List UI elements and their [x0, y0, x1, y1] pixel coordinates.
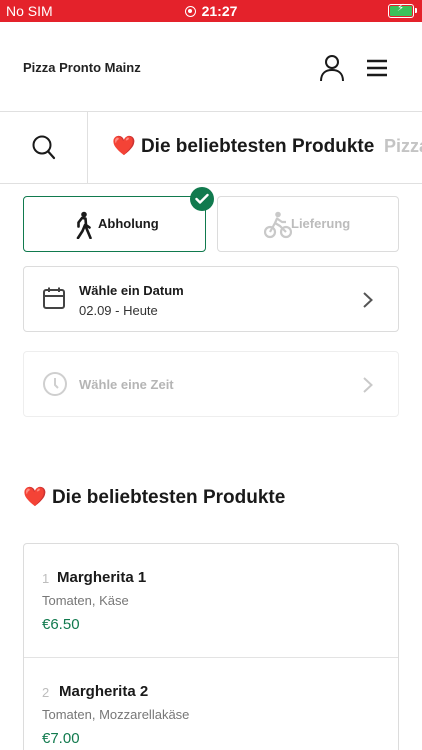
status-bar: No SIM 21:27 [0, 0, 422, 22]
account-button[interactable] [318, 54, 346, 82]
category-tab-popular[interactable]: ❤️ Die beliebtesten Produkte [112, 134, 374, 158]
pickup-label: Abholung [98, 216, 159, 231]
selected-check-badge [190, 187, 214, 211]
product-number: 1 [42, 571, 50, 586]
product-description: Tomaten, Mozzarellakäse [42, 707, 190, 722]
product-name: Margherita 1 [57, 569, 147, 586]
product-name: Margherita 2 [59, 683, 149, 700]
clock-icon [43, 372, 67, 396]
battery-charging-icon [388, 3, 417, 18]
checkmark-icon [195, 193, 209, 204]
walking-person-icon [76, 211, 92, 239]
date-selector-title: Wähle ein Datum [79, 283, 184, 298]
time-selector[interactable]: Wähle eine Zeit [23, 351, 399, 417]
category-bar: ❤️ Die beliebtesten Produkte Pizza [0, 112, 422, 184]
calendar-icon [43, 287, 65, 309]
status-clock: 21:27 [0, 3, 422, 19]
user-icon [320, 55, 344, 82]
menu-button[interactable] [364, 56, 390, 80]
time-selector-title: Wähle eine Zeit [79, 377, 174, 392]
section-heading-popular: ❤️ Die beliebtesten Produkte [23, 485, 285, 509]
app-header: Pizza Pronto Mainz [0, 22, 422, 112]
category-tab-popular-label: Die beliebtesten Produkte [140, 136, 375, 157]
pickup-option[interactable]: Abholung [23, 196, 206, 252]
product-description: Tomaten, Käse [42, 593, 129, 608]
product-list: 1 Margherita 1 Tomaten, Käse €6.50 2 Mar… [23, 543, 399, 750]
restaurant-name: Pizza Pronto Mainz [23, 60, 141, 75]
delivery-bike-icon [264, 211, 292, 239]
hamburger-menu-icon [367, 59, 387, 77]
product-price: €7.00 [42, 730, 80, 747]
heart-icon: ❤️ [23, 486, 47, 508]
selected-date: 02.09 - Heute [79, 303, 158, 318]
product-number: 2 [42, 685, 50, 700]
category-tab-pizza[interactable]: Pizza [384, 136, 422, 157]
date-selector[interactable]: Wähle ein Datum 02.09 - Heute [23, 266, 399, 332]
search-button[interactable] [0, 112, 88, 183]
delivery-label: Lieferung [291, 216, 351, 231]
recording-icon [184, 6, 196, 17]
search-icon [32, 135, 56, 160]
product-price: €6.50 [42, 616, 80, 633]
chevron-right-icon [363, 292, 373, 308]
section-heading-label: Die beliebtesten Produkte [51, 487, 286, 508]
product-card[interactable]: 2 Margherita 2 Tomaten, Mozzarellakäse €… [24, 657, 398, 750]
chevron-right-icon [363, 377, 373, 393]
status-time: 21:27 [201, 3, 238, 19]
product-card[interactable]: 1 Margherita 1 Tomaten, Käse €6.50 [24, 544, 398, 657]
heart-icon: ❤️ [112, 135, 136, 157]
delivery-option[interactable]: Lieferung [217, 196, 399, 252]
